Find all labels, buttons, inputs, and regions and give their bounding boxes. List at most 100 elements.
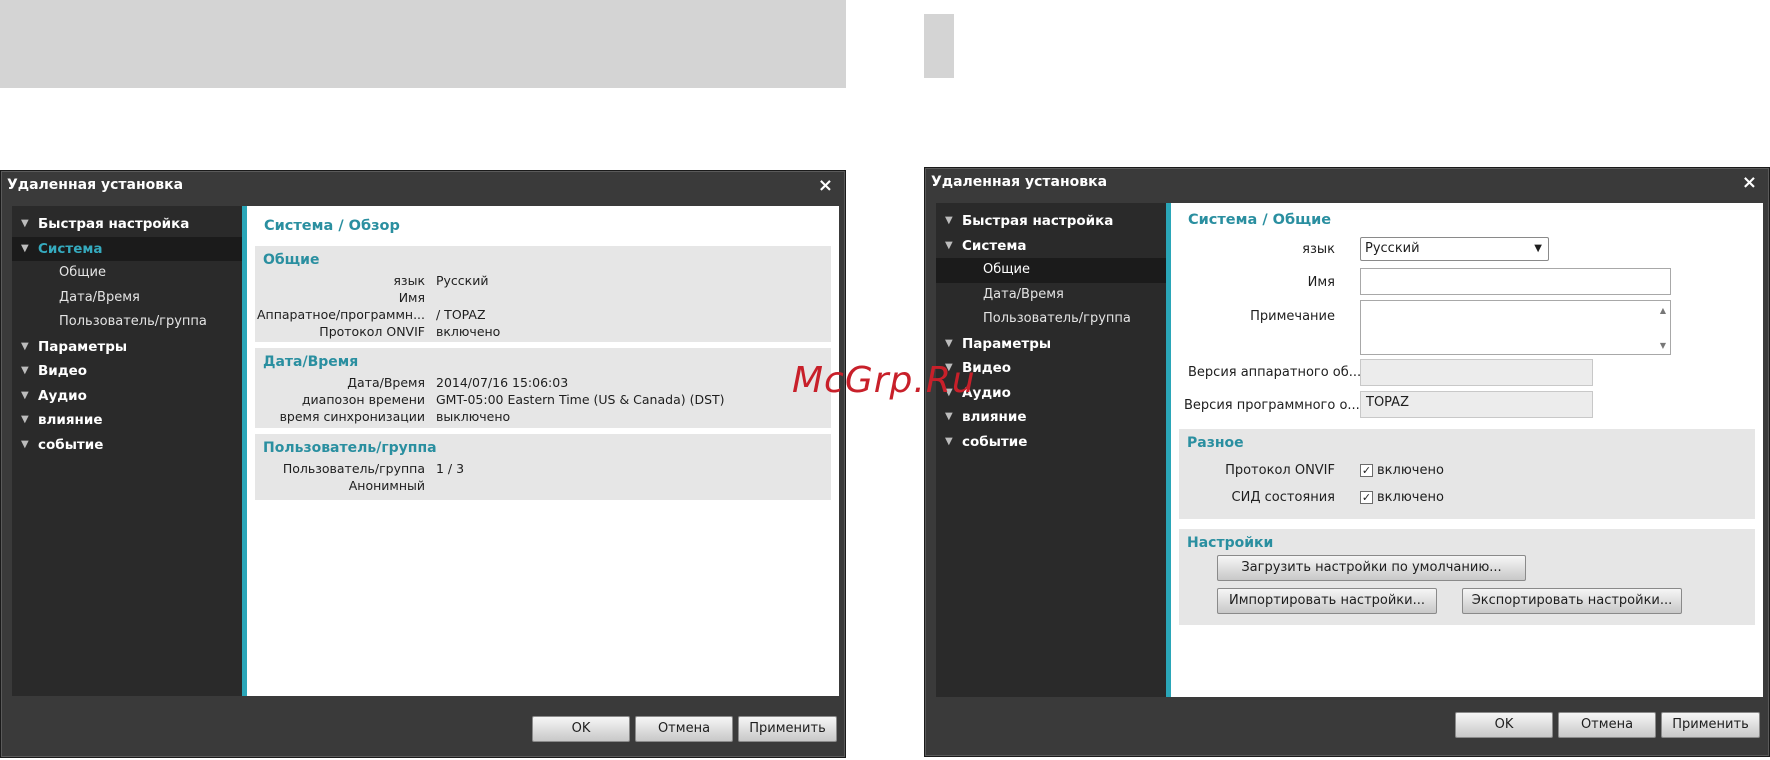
- tree-item-label: Быстрая настройка: [962, 213, 1114, 229]
- tree-item-label: Система: [38, 240, 103, 257]
- name-label: Имя: [1307, 275, 1335, 290]
- apply-button[interactable]: Применить: [1661, 712, 1760, 738]
- misc-panel: Разное Протокол ONVIF ✓ включено СИД сос…: [1179, 429, 1755, 519]
- note-textarea[interactable]: ▲ ▼: [1360, 300, 1671, 355]
- tree-item-label: Видео: [38, 363, 88, 379]
- tree-subitem-user-group[interactable]: Пользователь/группа: [12, 310, 242, 335]
- dialog-title: Удаленная установка: [7, 177, 184, 193]
- hardware-version-field: [1360, 359, 1593, 386]
- load-default-settings-button[interactable]: Загрузить настройки по умолчанию...: [1217, 555, 1526, 581]
- name-field[interactable]: [1360, 268, 1671, 295]
- ok-button[interactable]: OK: [1455, 712, 1553, 738]
- tree-item-influence[interactable]: ▼ влияние: [936, 405, 1166, 430]
- info-key: диапозон времени: [301, 392, 425, 407]
- tree-item-system[interactable]: ▼ Система: [936, 234, 1166, 259]
- info-row: Анонимный: [255, 478, 831, 495]
- info-key: Имя: [398, 290, 425, 305]
- scroll-down-icon[interactable]: ▼: [1660, 341, 1666, 350]
- tree-item-parameters[interactable]: ▼ Параметры: [12, 335, 242, 360]
- panel-title: Общие: [263, 252, 320, 268]
- onvif-value: включено: [1377, 463, 1444, 478]
- expand-arrow-icon: ▼: [21, 438, 29, 450]
- expand-arrow-icon: ▼: [945, 411, 953, 422]
- expand-arrow-icon: ▼: [945, 239, 953, 251]
- tree-item-label: событие: [962, 433, 1028, 450]
- page-title: Система / Общие: [1188, 212, 1332, 228]
- info-key: время синхронизации: [279, 409, 425, 424]
- hardware-version-label: Версия аппаратного об...: [1188, 365, 1362, 380]
- watermark-text: McGrp.Ru: [792, 360, 976, 401]
- tree-item-quick-setup[interactable]: ▼ Быстрая настройка: [936, 209, 1166, 234]
- note-label: Примечание: [1250, 309, 1335, 324]
- close-icon[interactable]: ×: [1742, 172, 1757, 193]
- tree-item-label: событие: [38, 436, 104, 453]
- info-row: язык Русский: [255, 273, 831, 290]
- export-settings-button[interactable]: Экспортировать настройки...: [1462, 588, 1682, 614]
- tree-subitem-general[interactable]: Общие: [936, 258, 1166, 283]
- info-row: Протокол ONVIF включено: [255, 324, 831, 341]
- tree-item-video[interactable]: ▼ Видео: [12, 359, 242, 384]
- info-row: Пользователь/группа 1 / 3: [255, 461, 831, 478]
- tree-item-quick-setup[interactable]: ▼ Быстрая настройка: [12, 212, 242, 237]
- tree-item-label: Аудио: [38, 387, 87, 404]
- settings-tree: ▼ Быстрая настройка ▼ Система Общие Дата/В…: [936, 203, 1166, 697]
- expand-arrow-icon: ▼: [21, 340, 29, 352]
- tree-item-event[interactable]: ▼ событие: [12, 433, 242, 458]
- tree-subitem-user-group[interactable]: Пользователь/группа: [936, 307, 1166, 332]
- expand-arrow-icon: ▼: [945, 435, 953, 447]
- info-key: Протокол ONVIF: [319, 324, 425, 339]
- info-value: включено: [436, 324, 501, 339]
- header-gray-bar: [0, 0, 846, 88]
- expand-arrow-icon: ▼: [21, 365, 29, 376]
- info-key: Аппаратное/программн...: [256, 307, 425, 322]
- tree-subitem-general[interactable]: Общие: [12, 261, 242, 286]
- expand-arrow-icon: ▼: [21, 242, 29, 254]
- info-row: Имя: [255, 290, 831, 307]
- info-row: время синхронизации выключено: [255, 409, 831, 426]
- tree-item-event[interactable]: ▼ событие: [936, 430, 1166, 455]
- language-label: язык: [1302, 242, 1335, 257]
- info-value: 2014/07/16 15:06:03: [436, 375, 569, 390]
- scroll-up-icon[interactable]: ▲: [1660, 306, 1666, 315]
- status-led-checkbox[interactable]: ✓: [1360, 491, 1373, 504]
- remote-setup-dialog-general: Удаленная установка × ▼ Быстрая настройка…: [924, 167, 1770, 757]
- tree-subitem-datetime[interactable]: Дата/Время: [936, 283, 1166, 308]
- info-value: выключено: [436, 409, 511, 424]
- info-key: Пользователь/группа: [282, 461, 425, 476]
- tree-item-influence[interactable]: ▼ влияние: [12, 408, 242, 433]
- settings-panel: Настройки Загрузить настройки по умолчан…: [1179, 529, 1755, 625]
- info-key: язык: [393, 273, 425, 288]
- tree-item-label: Система: [962, 237, 1027, 254]
- page-title: Система / Обзор: [264, 218, 400, 234]
- tree-item-label: Быстрая настройка: [38, 216, 190, 232]
- info-value: GMT-05:00 Eastern Time (US & Canada) (DS…: [436, 392, 725, 407]
- tree-item-audio[interactable]: ▼ Аудио: [12, 384, 242, 409]
- cancel-button[interactable]: Отмена: [1558, 712, 1656, 738]
- header-gray-square: [924, 14, 954, 78]
- import-settings-button[interactable]: Импортировать настройки...: [1217, 588, 1437, 614]
- tree-item-label: Параметры: [962, 335, 1052, 352]
- info-row: Аппаратное/программн... / TOPAZ: [255, 307, 831, 324]
- language-select[interactable]: Русский ▼: [1360, 237, 1549, 261]
- status-led-value: включено: [1377, 490, 1444, 505]
- software-version-field: TOPAZ: [1360, 391, 1593, 418]
- close-icon[interactable]: ×: [818, 175, 833, 196]
- panel-title: Разное: [1187, 435, 1244, 451]
- dialog-title: Удаленная установка: [931, 174, 1108, 190]
- panel-title: Настройки: [1187, 535, 1274, 551]
- ok-button[interactable]: OK: [532, 716, 630, 742]
- user-group-panel: Пользователь/группа Пользователь/группа 1…: [255, 434, 831, 500]
- info-value: Русский: [436, 273, 489, 288]
- general-panel: Общие язык Русский Имя Аппаратное/програм…: [255, 246, 831, 342]
- info-key: Дата/Время: [347, 375, 425, 390]
- settings-tree: ▼ Быстрая настройка ▼ Система Общие Дата/В…: [12, 206, 242, 696]
- expand-arrow-icon: ▼: [945, 215, 953, 226]
- content-pane: Система / Общие язык Русский ▼ Имя Примеч…: [1171, 203, 1763, 697]
- tree-item-label: влияние: [38, 412, 103, 428]
- tree-item-parameters[interactable]: ▼ Параметры: [936, 332, 1166, 357]
- cancel-button[interactable]: Отмена: [635, 716, 733, 742]
- tree-item-system[interactable]: ▼ Система: [12, 236, 242, 261]
- tree-subitem-datetime[interactable]: Дата/Время: [12, 286, 242, 311]
- onvif-checkbox[interactable]: ✓: [1360, 464, 1373, 477]
- apply-button[interactable]: Применить: [738, 716, 837, 742]
